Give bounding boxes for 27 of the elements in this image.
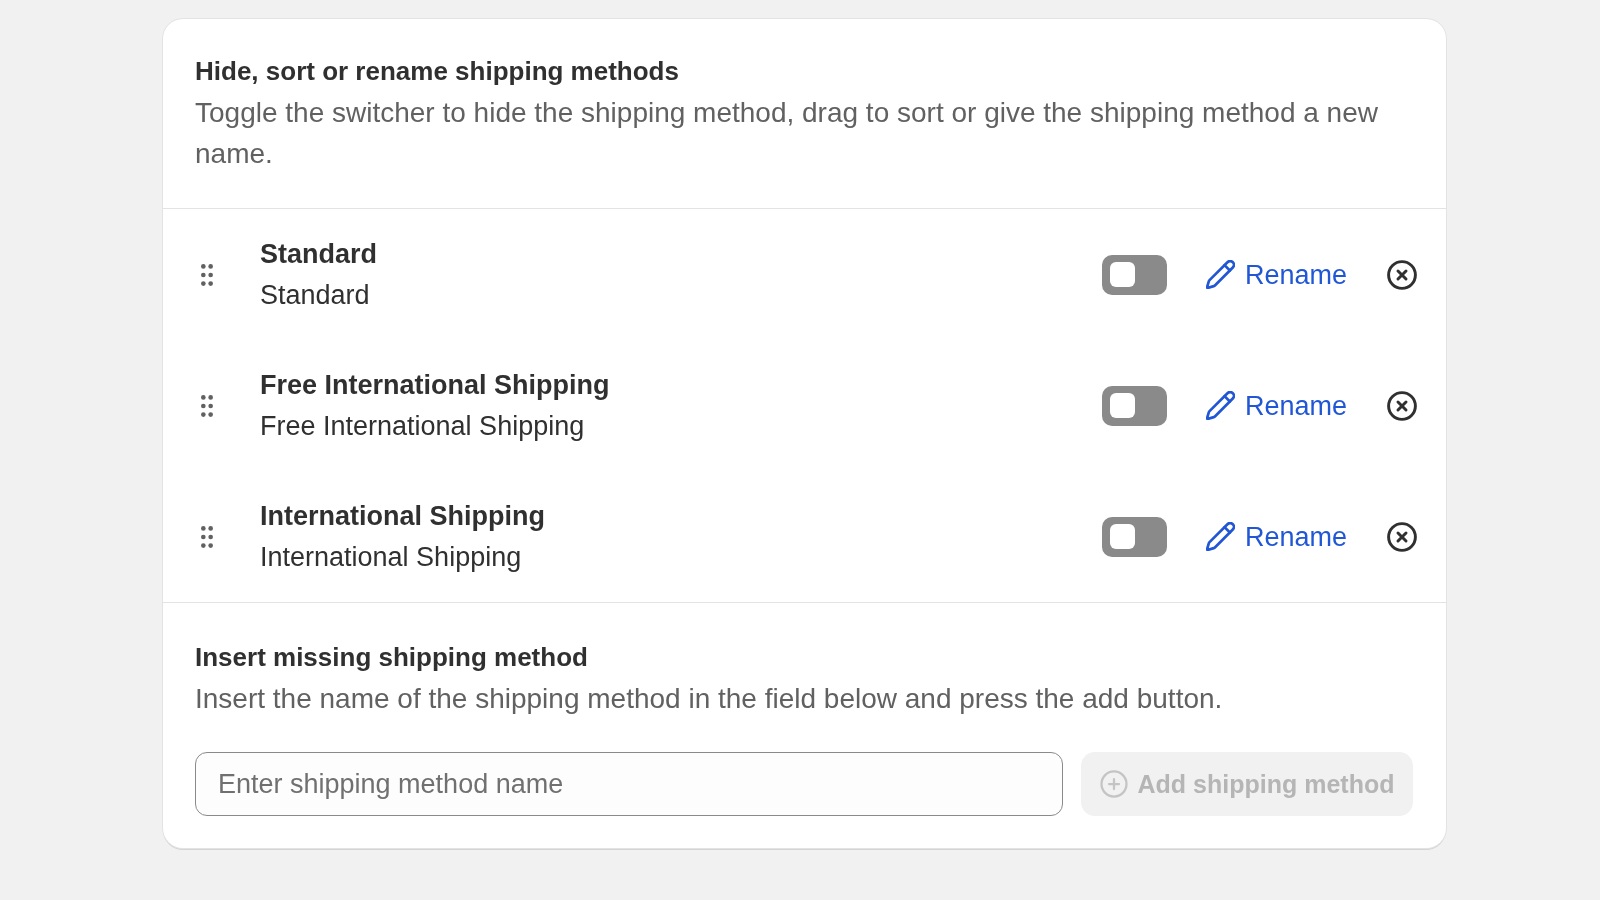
drag-handle-icon[interactable] (200, 525, 214, 548)
method-display-name: Free International Shipping (260, 409, 586, 443)
section-title: Hide, sort or rename shipping methods (195, 55, 680, 87)
pencil-icon (1205, 391, 1235, 420)
close-icon[interactable] (1387, 259, 1417, 290)
rename-link[interactable]: Rename (1205, 519, 1347, 554)
rename-link[interactable]: Rename (1205, 257, 1347, 292)
toggle-switch[interactable] (1101, 254, 1167, 295)
drag-handle-icon[interactable] (200, 263, 214, 286)
method-name: Free International Shipping (260, 368, 611, 402)
pencil-icon (1205, 260, 1235, 289)
plus-circle-icon (1099, 770, 1128, 798)
section-title: Insert missing shipping method (195, 641, 589, 673)
drag-handle-icon[interactable] (200, 394, 214, 417)
close-icon[interactable] (1387, 390, 1417, 421)
toggle-switch[interactable] (1101, 516, 1167, 557)
toggle-switch[interactable] (1101, 385, 1167, 426)
method-name: Standard (260, 237, 379, 271)
section-description: Insert the name of the shipping method in the field below and press the add button. (195, 682, 1224, 716)
method-display-name: Standard (260, 278, 371, 312)
method-display-name: International Shipping (260, 540, 523, 574)
pencil-icon (1205, 522, 1235, 551)
method-name: International Shipping (260, 499, 546, 533)
shipping-method-input[interactable]: Enter shipping method name (195, 752, 1063, 816)
rename-link[interactable]: Rename (1205, 388, 1347, 423)
close-icon[interactable] (1387, 521, 1417, 552)
section-description: Toggle the switcher to hide the shipping method, drag to sort or give the shipping method a new name. (195, 96, 1379, 171)
